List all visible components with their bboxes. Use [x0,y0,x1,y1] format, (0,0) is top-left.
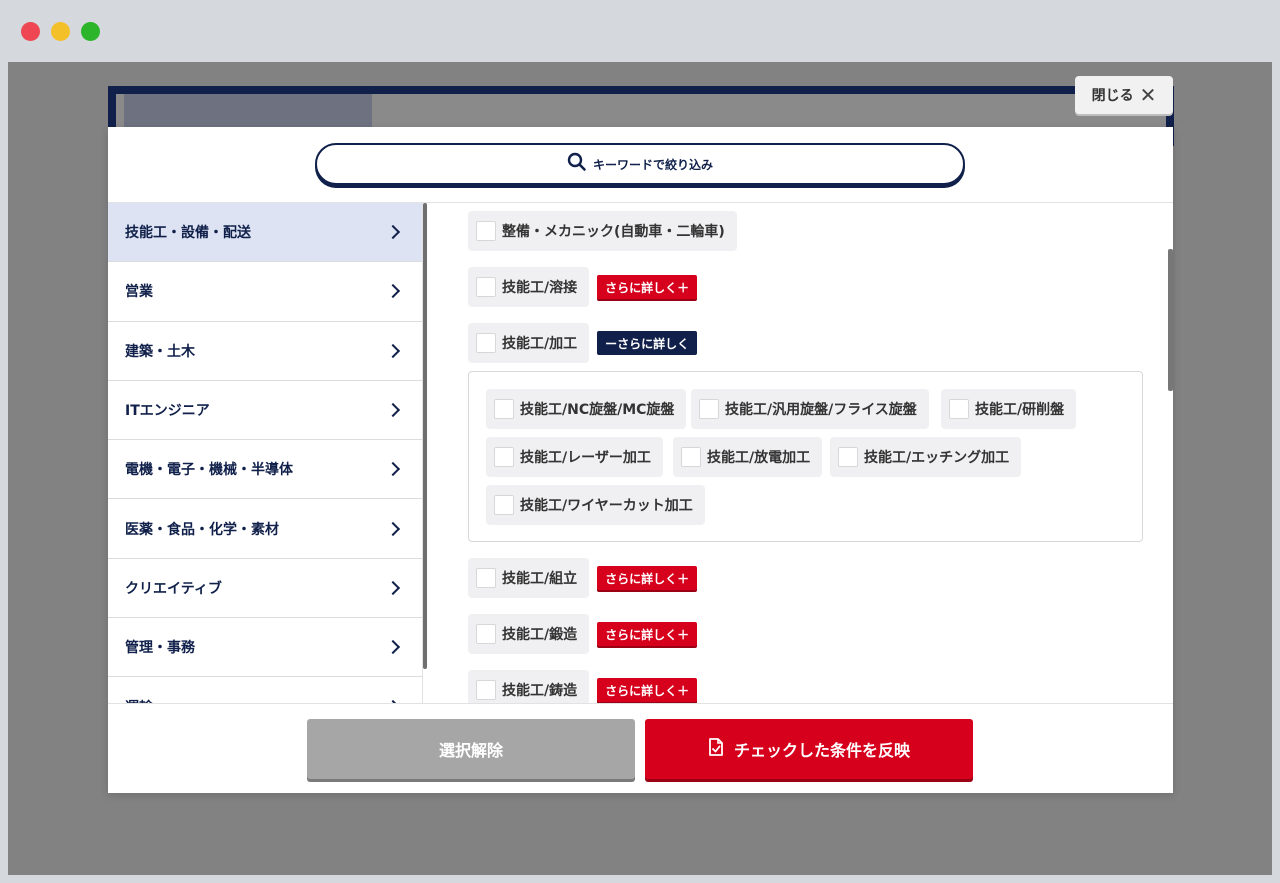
checkbox[interactable] [494,495,514,515]
window-titlebar [0,0,1280,62]
close-label: 閉じる [1091,88,1134,104]
expand-more-button[interactable]: さらに詳しく＋ [597,566,698,590]
sidebar-item-admin[interactable]: 管理・事務 [108,618,422,678]
chevron-right-icon [385,640,401,655]
checkbox[interactable] [476,277,496,297]
keyword-filter-button[interactable]: キーワードで絞り込み [315,143,965,185]
option-checkbox[interactable]: 技能工/溶接 [468,267,590,307]
modal-footer: 選択解除 チェックした条件を反映 [108,703,1173,793]
checkbox[interactable] [476,680,496,700]
options-panel: 整備・メカニック(自動車・二輪車) 技能工/溶接 さらに詳しく＋ 技能工/加工 … [468,203,1148,703]
option-label: 技能工/鋳造 [502,683,578,699]
sub-option-checkbox[interactable]: 技能工/レーザー加工 [486,437,663,477]
sidebar-item-sales[interactable]: 営業 [108,262,422,322]
option-checkbox[interactable]: 技能工/組立 [468,558,590,598]
clear-selection-label: 選択解除 [438,741,503,760]
sidebar-item-label: 管理・事務 [125,640,195,657]
window-maximize-dot[interactable] [81,22,100,41]
checkbox[interactable] [699,399,719,419]
checkbox[interactable] [838,447,858,467]
sidebar-item-creative[interactable]: クリエイティブ [108,558,422,619]
sub-option-checkbox[interactable]: 技能工/NC旋盤/MC旋盤 [486,389,687,429]
checkbox[interactable] [476,333,496,353]
apply-conditions-label: チェックした条件を反映 [733,741,910,760]
expand-more-button[interactable]: さらに詳しく＋ [597,275,698,299]
sidebar-item-skilled-labor[interactable]: 技能工・設備・配送 [108,203,422,263]
expand-more-button[interactable]: さらに詳しく＋ [597,678,698,702]
job-category-modal: キーワードで絞り込み 技能工・設備・配送 営業 建築・土木 ITエンジニア 電機… [108,127,1173,793]
checkbox[interactable] [476,624,496,644]
sidebar-item-pharma-chemical[interactable]: 医薬・食品・化学・素材 [108,499,422,559]
sub-option-checkbox[interactable]: 技能工/エッチング加工 [830,437,1022,477]
search-icon [567,152,587,176]
option-label: 技能工/研削盤 [975,402,1065,418]
sub-option-checkbox[interactable]: 技能工/汎用旋盤/フライス旋盤 [691,389,929,429]
checkbox[interactable] [476,568,496,588]
checkbox[interactable] [494,399,514,419]
apply-conditions-button[interactable]: チェックした条件を反映 [645,719,973,779]
checkbox[interactable] [681,447,701,467]
option-label: 技能工/ワイヤーカット加工 [520,498,693,514]
collapse-button[interactable]: ーさらに詳しく [597,331,698,355]
sidebar-scrollbar[interactable] [423,203,427,669]
sidebar-item-label: 技能工・設備・配送 [125,225,251,242]
checkbox[interactable] [949,399,969,419]
option-label: 技能工/組立 [502,571,578,587]
sub-option-checkbox[interactable]: 技能工/研削盤 [941,389,1077,429]
chevron-right-icon [385,402,401,418]
sub-options-panel: 技能工/NC旋盤/MC旋盤 技能工/汎用旋盤/フライス旋盤 技能工/研削盤 技能… [468,371,1143,542]
option-label: 技能工/NC旋盤/MC旋盤 [520,402,675,418]
option-checkbox[interactable]: 技能工/加工 [468,323,590,363]
option-label: 技能工/放電加工 [707,450,811,466]
chevron-right-icon [385,580,401,595]
options-scrollbar[interactable] [1168,249,1173,391]
chevron-right-icon [385,284,401,299]
sidebar-item-label: 建築・土木 [125,343,195,360]
sub-option-checkbox[interactable]: 技能工/ワイヤーカット加工 [486,485,705,525]
sidebar-item-label: 医薬・食品・化学・素材 [125,521,279,538]
category-sidebar: 技能工・設備・配送 営業 建築・土木 ITエンジニア 電機・電子・機械・半導体 … [108,203,423,703]
option-label: 技能工/加工 [502,336,578,352]
chevron-right-icon [385,521,401,536]
sidebar-item-label: クリエイティブ [125,580,222,597]
sidebar-item-it-engineer[interactable]: ITエンジニア [108,380,422,441]
chevron-right-icon [385,462,401,477]
expand-more-button[interactable]: さらに詳しく＋ [597,622,698,646]
option-checkbox[interactable]: 技能工/鋳造 [468,670,590,703]
option-checkbox[interactable]: 整備・メカニック(自動車・二輪車) [468,211,737,251]
sidebar-item-label: 営業 [125,284,153,301]
close-icon: ✕ [1139,83,1157,107]
sidebar-item-label: 電機・電子・機械・半導体 [125,462,293,479]
window-close-dot[interactable] [21,22,40,41]
sub-option-checkbox[interactable]: 技能工/放電加工 [673,437,823,477]
window-minimize-dot[interactable] [51,22,70,41]
option-label: 技能工/エッチング加工 [864,450,1010,466]
option-label: 技能工/汎用旋盤/フライス旋盤 [725,402,917,418]
close-button[interactable]: 閉じる ✕ [1075,76,1173,114]
sidebar-item-electronics[interactable]: 電機・電子・機械・半導体 [108,440,422,500]
sidebar-item-label: ITエンジニア [125,403,210,420]
option-label: 整備・メカニック(自動車・二輪車) [502,224,725,240]
document-check-icon [708,738,724,760]
clear-selection-button[interactable]: 選択解除 [307,719,635,779]
sidebar-item-transport[interactable]: 運輸 [108,677,422,703]
option-label: 技能工/鍛造 [502,627,578,643]
chevron-right-icon [385,225,401,240]
option-label: 技能工/溶接 [502,280,578,296]
checkbox[interactable] [494,447,514,467]
checkbox[interactable] [476,221,496,241]
option-label: 技能工/レーザー加工 [520,450,651,466]
chevron-right-icon [385,343,401,358]
keyword-filter-label: キーワードで絞り込み [592,157,713,172]
option-checkbox[interactable]: 技能工/鍛造 [468,614,590,654]
sidebar-item-construction[interactable]: 建築・土木 [108,321,422,381]
search-row: キーワードで絞り込み [108,127,1173,203]
